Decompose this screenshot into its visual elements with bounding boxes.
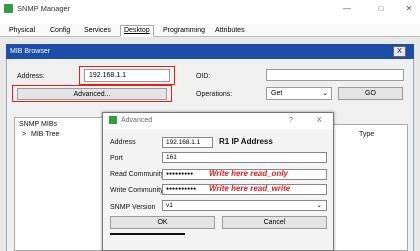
mib-browser-title: MIB Browser <box>10 48 51 55</box>
operations-value: Get <box>271 90 283 97</box>
snmp-mibs-label: SNMP MIBs <box>19 121 57 128</box>
operations-select[interactable]: Get ⌄ <box>266 87 332 100</box>
dialog-close-icon[interactable]: X <box>317 117 322 124</box>
annotation-r1-ip: R1 IP Address <box>219 137 273 146</box>
advanced-dialog <box>102 112 334 251</box>
go-button[interactable]: GO <box>338 87 403 100</box>
advanced-dialog-title: Advanced <box>121 117 153 124</box>
tab-physical[interactable]: Physical <box>9 27 35 34</box>
snmp-version-value: v1 <box>166 202 173 209</box>
address-label: Address: <box>17 73 45 80</box>
chevron-down-icon: ⌄ <box>322 90 328 97</box>
close-icon[interactable]: ✕ <box>400 2 418 15</box>
port-label: Port <box>110 155 123 162</box>
annotation-read-write: Write here read_write <box>209 184 291 193</box>
tab-programming[interactable]: Programming <box>163 27 205 34</box>
minimize-icon[interactable]: — <box>338 2 356 15</box>
tab-attributes[interactable]: Attributes <box>215 27 245 34</box>
expand-icon[interactable]: > <box>22 131 26 138</box>
read-community-label: Read Community <box>110 171 165 178</box>
mib-tree-item[interactable]: MIB Tree <box>31 131 59 138</box>
address-highlight <box>79 66 175 85</box>
ok-button[interactable]: OK <box>110 216 215 229</box>
chevron-down-icon: ⌄ <box>316 202 322 209</box>
oid-input[interactable] <box>266 69 404 81</box>
window-title: SNMP Manager <box>17 4 71 13</box>
dialog-address-input[interactable]: 192.168.1.1 <box>162 137 213 148</box>
operations-label: Operations: <box>196 91 233 98</box>
app-icon <box>4 4 13 13</box>
mib-tree-panel <box>14 117 114 251</box>
advanced-highlight <box>12 85 172 102</box>
dialog-app-icon <box>109 116 117 124</box>
tab-desktop[interactable]: Desktop <box>120 25 154 37</box>
snmp-version-label: SNMP Version <box>110 204 156 211</box>
snmp-version-select[interactable]: v1 ⌄ <box>162 200 327 211</box>
results-panel <box>330 124 408 251</box>
cancel-button[interactable]: Cancel <box>222 216 327 229</box>
dialog-address-label: Address <box>110 139 136 146</box>
tab-services[interactable]: Services <box>84 27 111 34</box>
mib-browser-header <box>6 44 414 59</box>
annotation-read-only: Write here read_only <box>209 169 288 178</box>
port-input[interactable]: 161 <box>162 152 327 163</box>
type-column-header: Type <box>359 131 375 138</box>
maximize-icon[interactable]: □ <box>372 2 390 15</box>
help-icon[interactable]: ? <box>289 117 293 124</box>
progress-underline <box>110 233 185 235</box>
mib-browser-close-button[interactable]: X <box>393 46 406 57</box>
tab-config[interactable]: Config <box>50 27 70 34</box>
oid-label: OID: <box>196 73 211 80</box>
write-community-label: Write Community <box>110 187 164 194</box>
